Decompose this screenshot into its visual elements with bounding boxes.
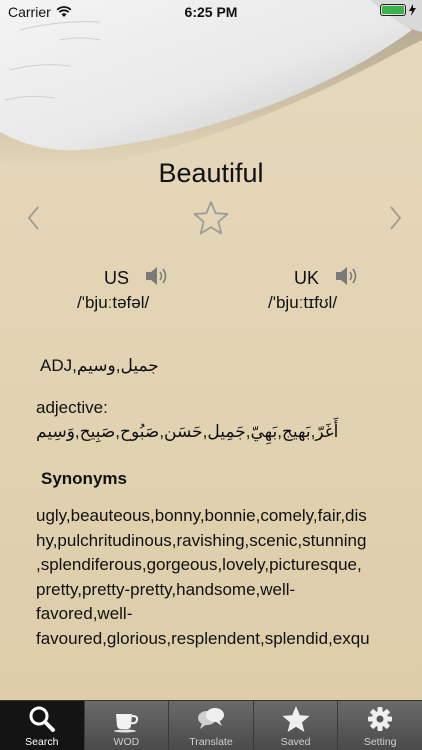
- speaker-icon[interactable]: [144, 264, 170, 288]
- coffee-cup-icon: [114, 714, 139, 733]
- battery-icon: [380, 4, 406, 16]
- page-curl-decoration: [0, 0, 422, 171]
- us-ipa: /'bjuːtəfəl/: [77, 293, 150, 312]
- tab-wod[interactable]: WOD: [83, 701, 169, 750]
- star-outline-icon[interactable]: [192, 199, 230, 237]
- search-icon: [29, 706, 55, 732]
- synonyms-line: ,splendiferous,gorgeous,lovely,picturesq…: [36, 555, 362, 575]
- us-label: US: [104, 268, 130, 288]
- tab-bar: Search WOD Translate Saved Setting: [0, 700, 422, 750]
- tab-search[interactable]: Search: [0, 701, 84, 750]
- status-right: [380, 4, 416, 16]
- synonyms-line: favored,well-: [36, 604, 133, 624]
- status-bar: Carrier 6:25 PM: [0, 0, 422, 24]
- battery-level: [382, 6, 404, 14]
- charging-icon: [409, 4, 416, 16]
- tab-saved[interactable]: Saved: [252, 701, 338, 750]
- speech-bubbles-icon: [197, 708, 224, 729]
- speaker-icon[interactable]: [334, 264, 360, 288]
- synonyms-list: ugly,beauteous,bonny,bonnie,comely,fair,…: [36, 504, 386, 652]
- star-icon: [281, 706, 310, 732]
- synonyms-heading: Synonyms: [41, 469, 127, 488]
- tab-label: Search: [25, 736, 59, 748]
- tab-label: Translate: [189, 736, 233, 748]
- uk-label: UK: [294, 268, 320, 288]
- tab-label: Saved: [280, 736, 311, 748]
- tab-setting[interactable]: Setting: [337, 701, 422, 750]
- uk-ipa: /'bjuːtɪfʊl/: [268, 293, 338, 312]
- tab-label: Setting: [363, 736, 397, 748]
- pos-label: adjective:: [36, 398, 108, 417]
- dictionary-page: Carrier 6:25 PM Beautiful US /'bjuːtəfəl…: [0, 0, 422, 700]
- chevron-left-icon[interactable]: [24, 203, 44, 233]
- gear-icon: [368, 707, 393, 731]
- word-title: Beautiful: [158, 158, 264, 188]
- synonyms-line: hy,pulchritudinous,ravishing,scenic,stun…: [36, 530, 367, 550]
- chevron-right-icon[interactable]: [385, 203, 405, 233]
- synonyms-line: ugly,beauteous,bonny,bonnie,comely,fair,…: [36, 506, 367, 525]
- synonyms-line: pretty,pretty-pretty,handsome,well-: [36, 579, 296, 599]
- status-time: 6:25 PM: [184, 4, 238, 20]
- tab-translate[interactable]: Translate: [168, 701, 253, 750]
- synonyms-line: favoured,glorious,resplendent,splendid,e…: [36, 628, 370, 648]
- tab-label: WOD: [113, 736, 140, 748]
- arabic-meaning: أَغَرّ,بَهيج,بَهِيّ,جَمِيل,حَسَن,صَبُوح,…: [36, 422, 339, 441]
- short-meaning: ADJ,جميل,وسيم: [40, 356, 159, 375]
